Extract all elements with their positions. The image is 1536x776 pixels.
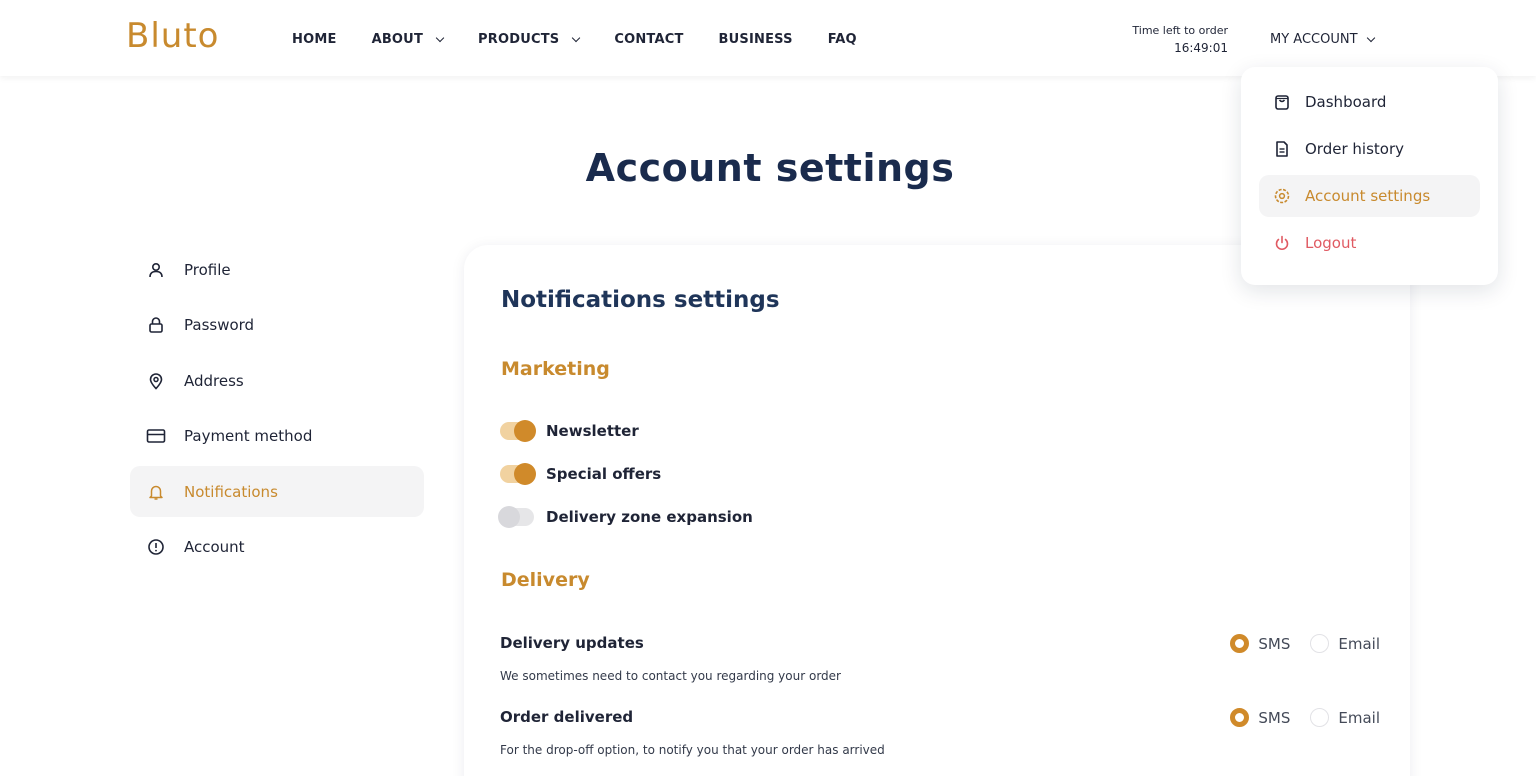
menu-item-logout[interactable]: Logout xyxy=(1259,222,1480,264)
settings-sidebar: Profile Password Address Payment method … xyxy=(130,244,424,577)
sms-label: SMS xyxy=(1258,634,1291,653)
email-label: Email xyxy=(1338,708,1380,727)
chevron-down-icon xyxy=(1366,33,1375,42)
lock-icon xyxy=(146,315,166,335)
nav-contact[interactable]: CONTACT xyxy=(614,32,683,47)
sidebar-item-label: Address xyxy=(184,371,244,390)
sidebar-item-notifications[interactable]: Notifications xyxy=(130,466,424,517)
newsletter-toggle-row: Newsletter xyxy=(500,420,639,442)
delivery-section-title: Delivery xyxy=(501,569,590,591)
newsletter-label: Newsletter xyxy=(546,422,639,440)
sidebar-item-profile[interactable]: Profile xyxy=(130,244,424,295)
chevron-down-icon xyxy=(572,33,581,42)
my-account-button[interactable]: MY ACCOUNT xyxy=(1270,32,1375,47)
order-delivered-channel: SMS Email xyxy=(1230,708,1380,727)
document-icon xyxy=(1271,138,1293,160)
order-delivered-row: Order delivered For the drop-off option,… xyxy=(500,708,1380,757)
sidebar-item-payment-method[interactable]: Payment method xyxy=(130,411,424,462)
menu-item-label: Order history xyxy=(1305,140,1404,158)
delivery-zone-expansion-label: Delivery zone expansion xyxy=(546,508,753,526)
order-timer: Time left to order 16:49:01 xyxy=(1100,24,1228,55)
sms-label: SMS xyxy=(1258,708,1291,727)
delivery-zone-expansion-toggle[interactable] xyxy=(498,506,534,528)
delivery-updates-email-radio[interactable] xyxy=(1310,634,1330,653)
nav-about-label: ABOUT xyxy=(371,32,424,47)
order-delivered-description: For the drop-off option, to notify you t… xyxy=(500,743,885,757)
order-delivered-sms-radio[interactable] xyxy=(1230,708,1250,727)
menu-item-dashboard[interactable]: Dashboard xyxy=(1259,81,1480,123)
nav-products[interactable]: PRODUCTS xyxy=(478,32,581,47)
special-offers-toggle[interactable] xyxy=(500,463,536,485)
marketing-section-title: Marketing xyxy=(501,358,610,380)
sidebar-item-label: Profile xyxy=(184,260,231,279)
timer-value: 16:49:01 xyxy=(1174,41,1228,55)
card-title: Notifications settings xyxy=(501,287,780,313)
special-offers-label: Special offers xyxy=(546,465,662,483)
sidebar-item-label: Payment method xyxy=(184,427,313,445)
special-offers-toggle-row: Special offers xyxy=(500,463,662,485)
menu-item-label: Account settings xyxy=(1305,187,1431,205)
sidebar-item-label: Notifications xyxy=(184,482,278,501)
user-icon xyxy=(146,260,166,280)
delivery-updates-sms-radio[interactable] xyxy=(1230,634,1250,653)
location-pin-icon xyxy=(146,371,166,391)
sidebar-item-account[interactable]: Account xyxy=(130,522,424,573)
nav-contact-label: CONTACT xyxy=(614,32,684,47)
bell-icon xyxy=(146,482,166,502)
sidebar-item-address[interactable]: Address xyxy=(130,355,424,406)
nav-about[interactable]: ABOUT xyxy=(371,32,445,47)
power-icon xyxy=(1271,232,1293,254)
site-header: Bluto HOME ABOUT PRODUCTS CONTACT BUSINE… xyxy=(0,0,1536,76)
order-delivered-email-radio[interactable] xyxy=(1310,708,1330,727)
menu-item-label: Dashboard xyxy=(1305,93,1387,111)
bluto-logo[interactable]: Bluto xyxy=(126,16,219,56)
nav-home-label: HOME xyxy=(292,32,337,47)
menu-item-label: Logout xyxy=(1305,234,1357,252)
sidebar-item-label: Account xyxy=(184,538,245,556)
page: Bluto HOME ABOUT PRODUCTS CONTACT BUSINE… xyxy=(0,0,1536,776)
sidebar-item-label: Password xyxy=(184,316,255,334)
newsletter-toggle[interactable] xyxy=(500,420,536,442)
delivery-updates-description: We sometimes need to contact you regardi… xyxy=(500,669,841,683)
my-account-label: MY ACCOUNT xyxy=(1270,32,1358,47)
gear-icon xyxy=(1271,185,1293,207)
menu-item-account-settings[interactable]: Account settings xyxy=(1259,175,1480,217)
timer-label: Time left to order xyxy=(1132,24,1228,37)
delivery-zone-toggle-row: Delivery zone expansion xyxy=(498,506,753,528)
nav-faq[interactable]: FAQ xyxy=(828,32,857,47)
nav-products-label: PRODUCTS xyxy=(478,32,560,47)
chevron-down-icon xyxy=(435,33,445,42)
menu-item-order-history[interactable]: Order history xyxy=(1259,128,1480,170)
nav-business[interactable]: BUSINESS xyxy=(719,32,793,47)
notifications-card: Notifications settings Marketing Newslet… xyxy=(464,245,1410,776)
nav-faq-label: FAQ xyxy=(827,32,857,47)
sidebar-item-password[interactable]: Password xyxy=(130,300,424,351)
nav-business-label: BUSINESS xyxy=(718,32,793,47)
credit-card-icon xyxy=(146,426,166,446)
delivery-updates-row: Delivery updates We sometimes need to co… xyxy=(500,634,1380,683)
delivery-updates-channel: SMS Email xyxy=(1230,634,1380,653)
account-dropdown-menu: Dashboard Order history Account settings… xyxy=(1241,67,1498,285)
info-circle-icon xyxy=(146,537,166,557)
bag-icon xyxy=(1271,91,1293,113)
main-nav: HOME ABOUT PRODUCTS CONTACT BUSINESS FAQ xyxy=(292,32,892,47)
email-label: Email xyxy=(1338,634,1380,653)
nav-home[interactable]: HOME xyxy=(292,32,337,47)
